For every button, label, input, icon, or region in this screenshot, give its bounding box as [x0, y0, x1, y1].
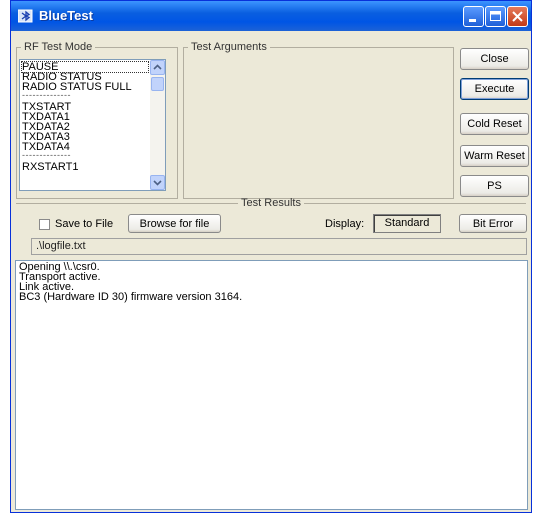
browse-for-file-button[interactable]: Browse for file [128, 214, 221, 233]
test-results-output[interactable]: Opening \\.\csr0. Transport active. Link a… [15, 260, 528, 510]
list-item[interactable]: RXSTART1 [22, 162, 148, 173]
close-window-button[interactable] [507, 6, 528, 27]
window-title: BlueTest [39, 8, 93, 23]
title-bar[interactable]: BlueTest [11, 1, 531, 31]
scroll-up-button[interactable] [150, 60, 165, 75]
log-file-path-field[interactable]: .\logfile.txt [31, 238, 527, 255]
bluetest-window: BlueTest RF Test Mode PAUSE RADIO STATUS R… [10, 0, 532, 513]
rf-test-mode-items: PAUSE RADIO STATUS RADIO STATUS FULL - - - … [21, 61, 149, 173]
output-lines: Opening \\.\csr0. Transport active. Link a… [19, 262, 524, 303]
vertical-scrollbar[interactable] [150, 60, 165, 190]
cold-reset-button[interactable]: Cold Reset [460, 113, 529, 135]
save-to-file-label: Save to File [55, 218, 114, 230]
display-label: Display: [325, 218, 365, 230]
test-results-legend: Test Results [241, 197, 301, 209]
rf-test-mode-legend: RF Test Mode [24, 41, 93, 53]
scroll-down-button[interactable] [150, 175, 165, 190]
bluetest-app-icon [18, 9, 33, 23]
close-icon [512, 11, 523, 22]
test-arguments-area[interactable] [185, 53, 449, 195]
bit-error-button[interactable]: Bit Error [459, 214, 527, 233]
execute-button[interactable]: Execute [460, 78, 529, 100]
test-arguments-legend: Test Arguments [191, 41, 267, 53]
rf-test-mode-list[interactable]: PAUSE RADIO STATUS RADIO STATUS FULL - - - … [19, 59, 166, 191]
chevron-down-icon [153, 180, 162, 186]
output-line: Transport active. [19, 271, 101, 283]
output-line: BC3 (Hardware ID 30) firmware version 31… [19, 291, 243, 303]
ps-button[interactable]: PS [460, 175, 529, 197]
close-button[interactable]: Close [460, 48, 529, 70]
scroll-thumb[interactable] [151, 77, 164, 91]
minimize-button[interactable] [463, 6, 484, 27]
maximize-icon [490, 11, 501, 21]
maximize-button[interactable] [485, 6, 506, 27]
chevron-up-icon [153, 64, 162, 70]
save-to-file-checkbox[interactable] [39, 219, 50, 230]
minimize-icon [469, 19, 476, 22]
warm-reset-button[interactable]: Warm Reset [460, 145, 529, 167]
display-mode-field[interactable]: Standard [373, 214, 441, 233]
